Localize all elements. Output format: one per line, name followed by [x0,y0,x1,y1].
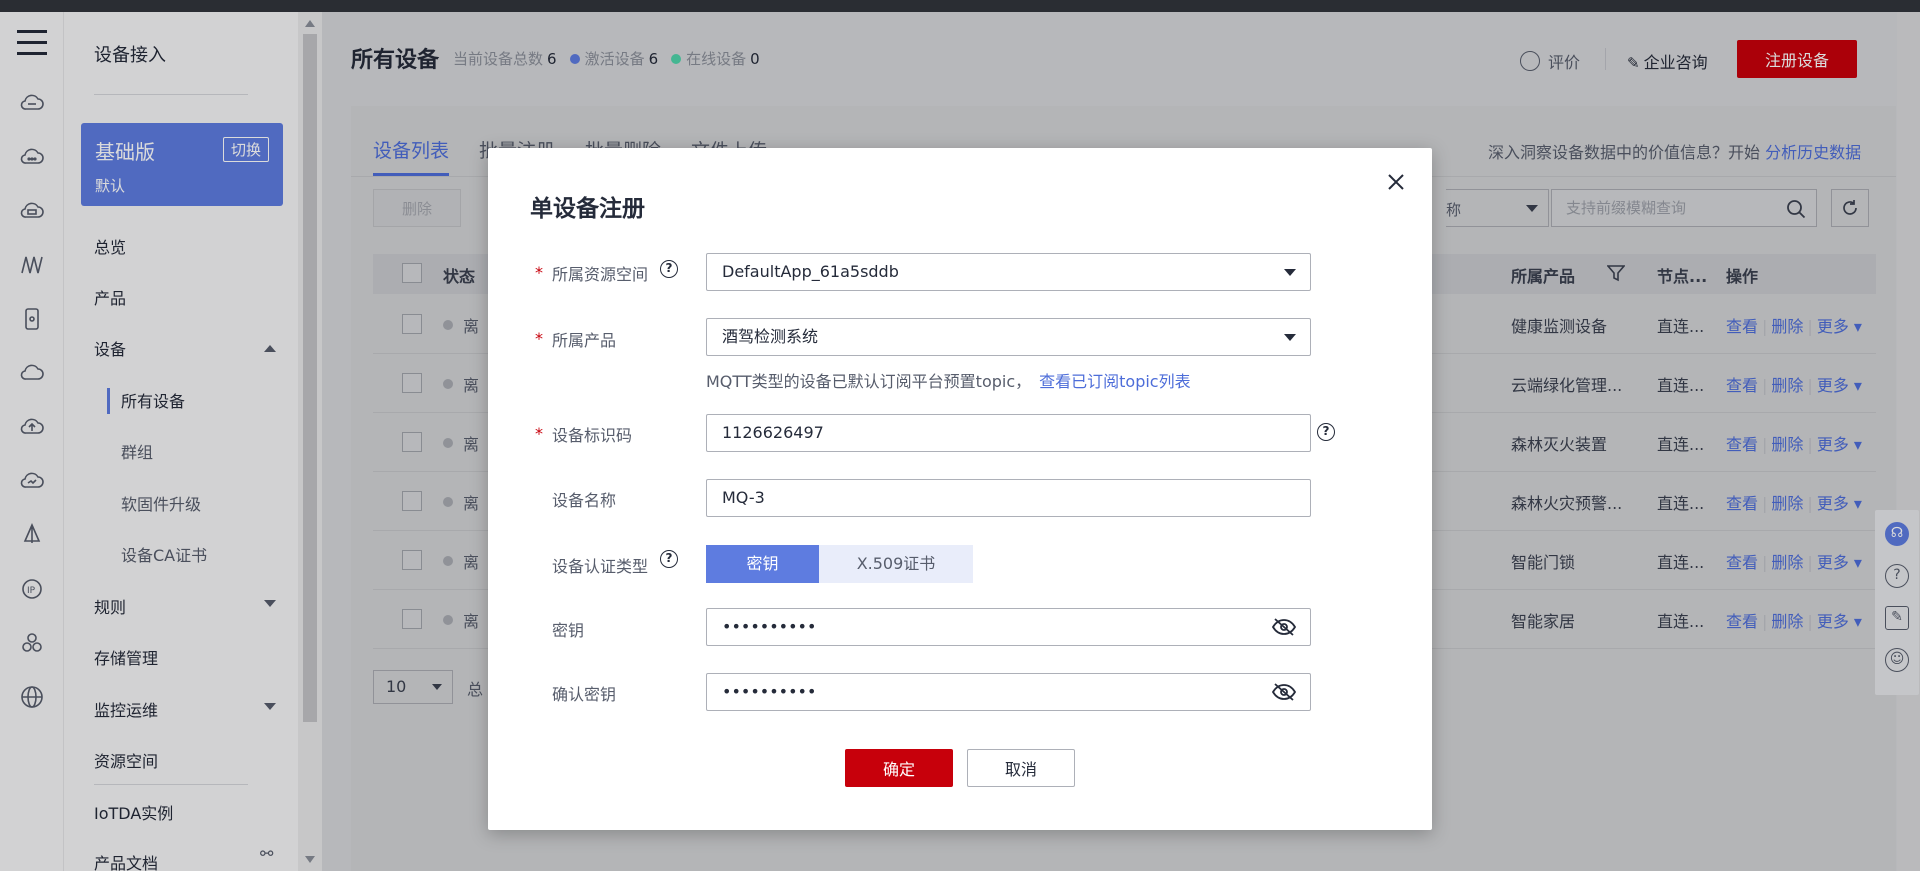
identifier-value: 1126626497 [722,423,824,442]
required-asterisk: * [535,329,543,348]
device-name-label: 设备名称 [552,491,617,510]
cancel-button[interactable]: 取消 [967,749,1075,787]
required-asterisk: * [535,263,543,282]
device-name-value: MQ-3 [722,488,765,507]
mqtt-hint: MQTT类型的设备已默认订阅平台预置topic， 查看已订阅topic列表 [706,368,1191,392]
view-topic-list-link[interactable]: 查看已订阅topic列表 [1039,372,1190,391]
hide-password-icon[interactable] [1272,682,1296,702]
resource-space-select[interactable]: DefaultApp_61a5sddb [706,253,1311,291]
confirm-secret-value: •••••••••• [722,682,817,701]
help-icon[interactable]: ? [660,260,678,278]
auth-secret-option[interactable]: 密钥 [706,545,819,583]
confirm-button[interactable]: 确定 [845,749,953,787]
resource-space-label: 所属资源空间 [552,265,649,284]
product-select[interactable]: 酒驾检测系统 [706,318,1311,356]
secret-input[interactable]: •••••••••• [706,608,1311,646]
identifier-input[interactable]: 1126626497 [706,414,1311,452]
product-label: 所属产品 [552,331,617,350]
dialog-title: 单设备注册 [530,196,645,222]
mqtt-hint-text: MQTT类型的设备已默认订阅平台预置topic， [706,372,1032,391]
help-icon[interactable]: ? [1317,423,1335,441]
close-icon[interactable] [1386,172,1406,192]
hide-password-icon[interactable] [1272,617,1296,637]
identifier-label: 设备标识码 [552,426,633,445]
device-name-input[interactable]: MQ-3 [706,479,1311,517]
help-icon[interactable]: ? [660,550,678,568]
register-device-dialog: 单设备注册 * 所属资源空间 ? DefaultApp_61a5sddb * 所… [488,148,1432,830]
auth-type-label: 设备认证类型 [552,557,649,576]
window-top-bar [0,0,1920,12]
required-asterisk: * [535,424,543,443]
resource-space-value: DefaultApp_61a5sddb [722,262,899,281]
confirm-secret-label: 确认密钥 [552,685,617,704]
auth-x509-option[interactable]: X.509证书 [819,545,973,583]
chevron-down-icon [1284,269,1296,276]
secret-value: •••••••••• [722,617,817,636]
product-value: 酒驾检测系统 [722,327,819,346]
confirm-secret-input[interactable]: •••••••••• [706,673,1311,711]
chevron-down-icon [1284,334,1296,341]
secret-label: 密钥 [552,621,585,640]
